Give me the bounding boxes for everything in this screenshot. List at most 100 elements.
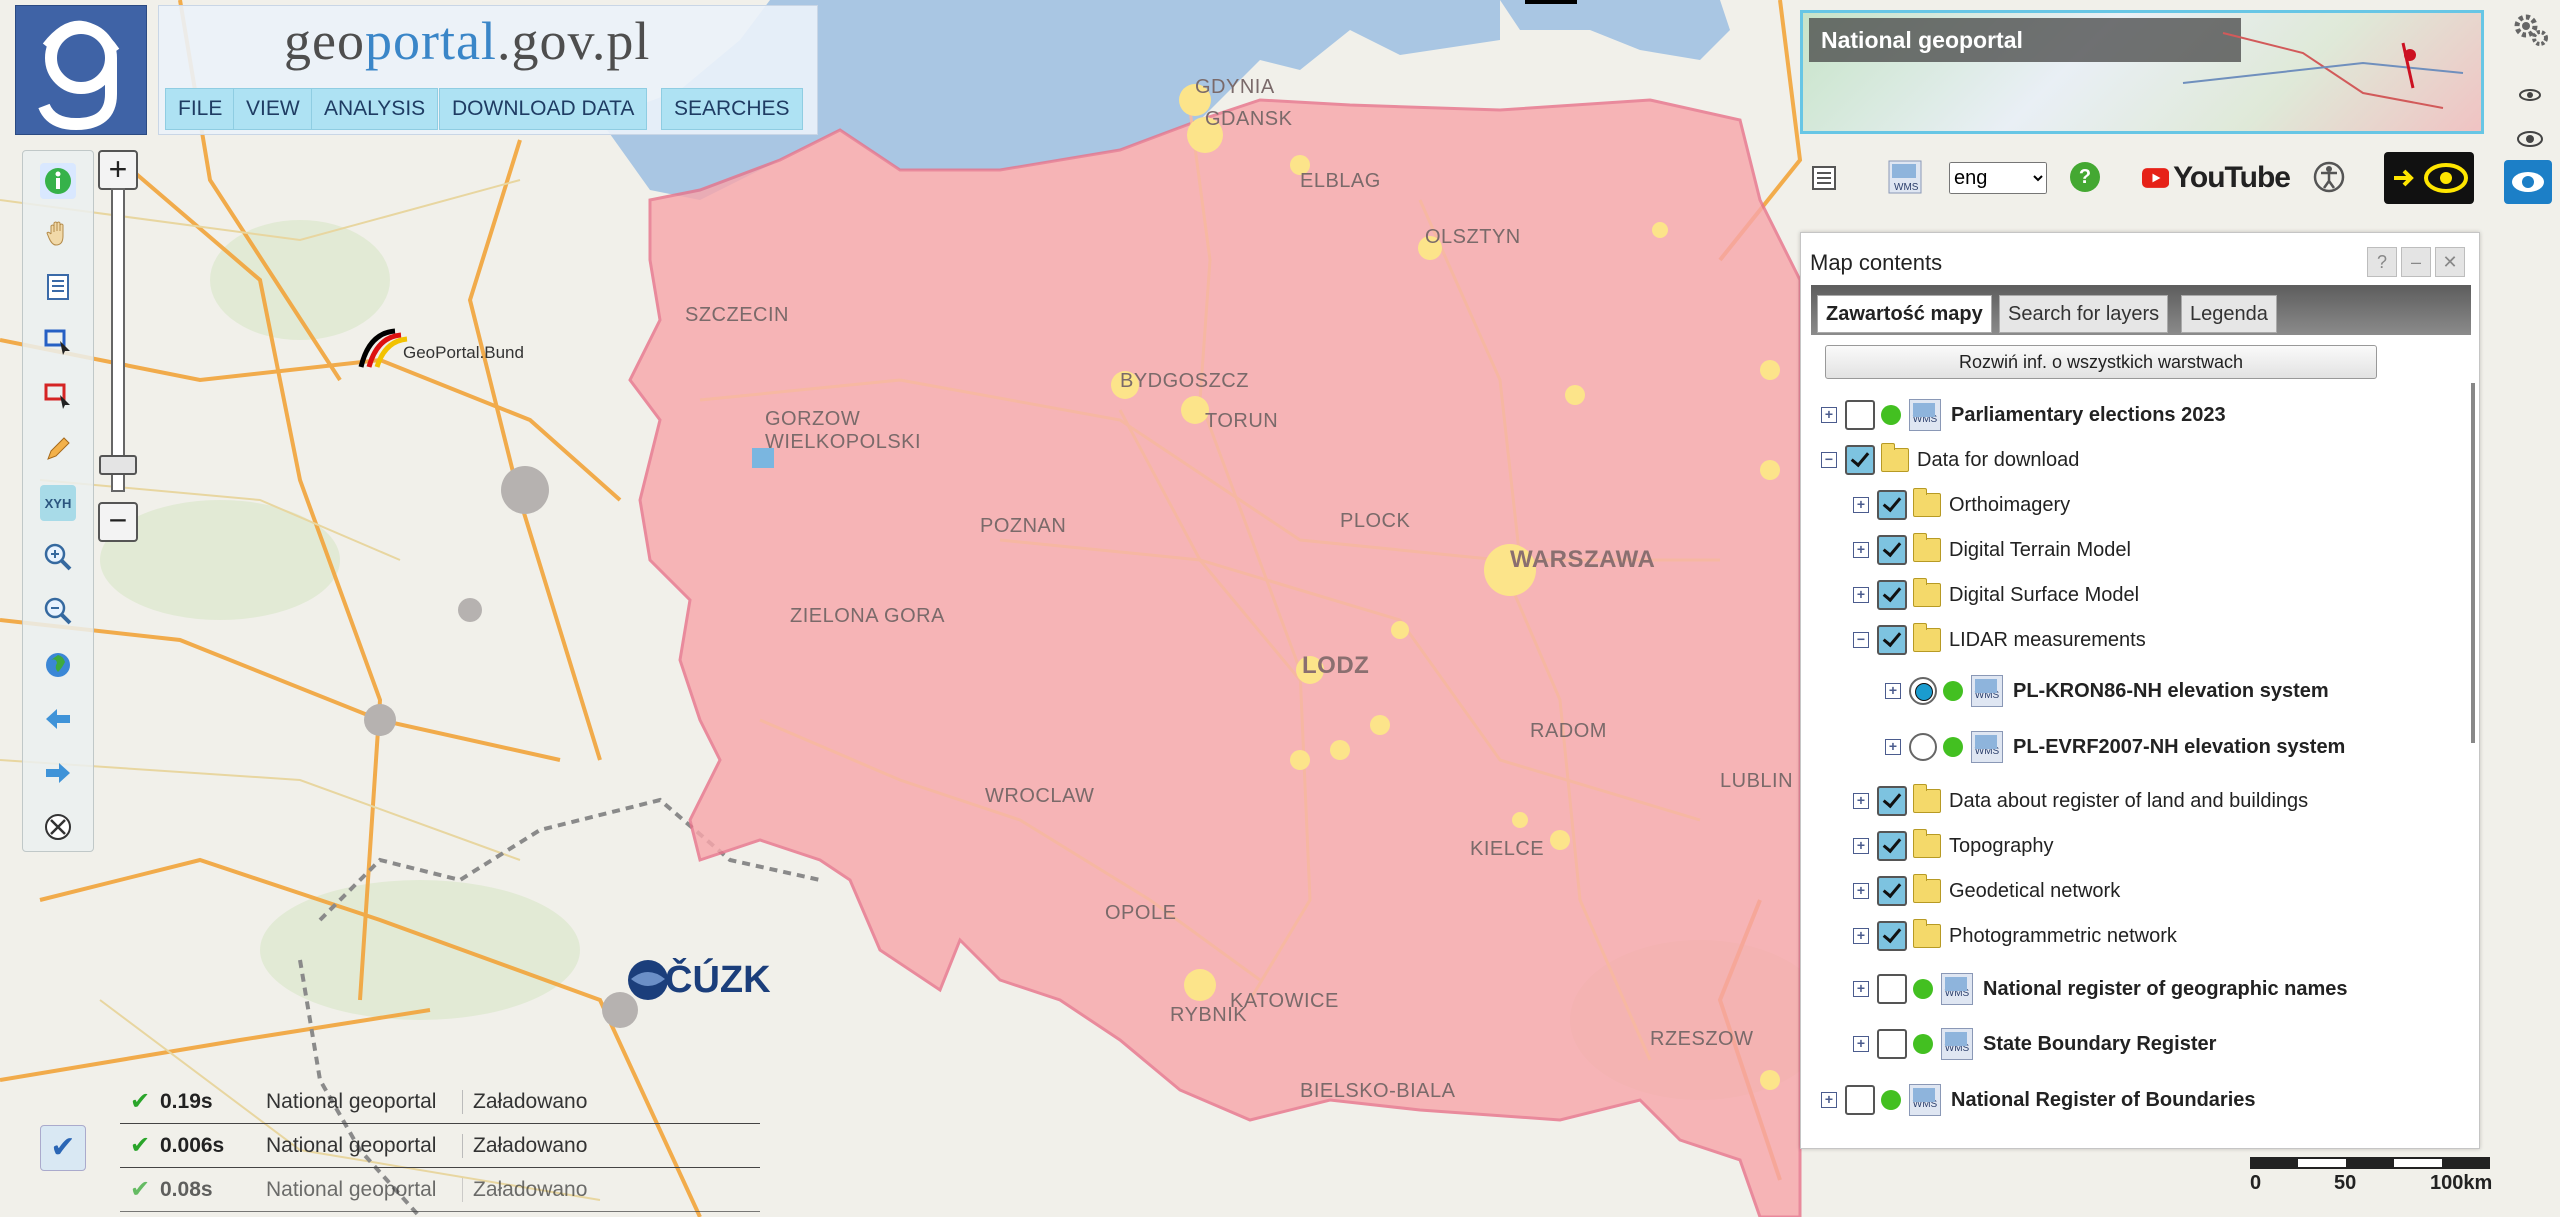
minimize-window-button[interactable]: – <box>2401 247 2431 277</box>
layer-checkbox[interactable] <box>1877 490 1907 520</box>
layer-checkbox[interactable] <box>1877 876 1907 906</box>
settings-gears-icon[interactable] <box>2510 8 2550 48</box>
layer-row[interactable]: + WMS PL-EVRF2007-NH elevation system <box>1885 727 2345 767</box>
expand-plus-icon[interactable]: + <box>1821 1092 1837 1108</box>
expand-plus-icon[interactable]: + <box>1853 981 1869 997</box>
expand-plus-icon[interactable]: + <box>1853 838 1869 854</box>
city-label-gdynia: GDYNIA <box>1195 76 1275 98</box>
eye-small-icon[interactable] <box>2518 88 2542 101</box>
layer-row[interactable]: + Digital Surface Model <box>1853 575 2139 615</box>
layer-row[interactable]: + Orthoimagery <box>1853 485 2070 525</box>
layer-status-dot-icon <box>1943 681 1963 701</box>
expand-plus-icon[interactable]: + <box>1853 1036 1869 1052</box>
cuzk-logo[interactable]: ČÚZK <box>625 955 771 1007</box>
pan-hand-icon[interactable] <box>40 215 76 251</box>
layer-checkbox[interactable] <box>1877 974 1907 1004</box>
layer-row[interactable]: + Digital Terrain Model <box>1853 530 2131 570</box>
expand-plus-icon[interactable]: + <box>1853 883 1869 899</box>
layer-checkbox[interactable] <box>1877 535 1907 565</box>
eye-medium-icon[interactable] <box>2516 130 2544 148</box>
zoom-out-magnifier-icon[interactable] <box>40 593 76 629</box>
info-icon[interactable] <box>40 163 76 199</box>
expand-plus-icon[interactable]: + <box>1853 928 1869 944</box>
menu-searches[interactable]: SEARCHES <box>661 88 803 130</box>
tree-scrollbar[interactable] <box>2471 383 2475 743</box>
zoom-slider[interactable]: + − <box>98 150 138 550</box>
layer-row[interactable]: + Photogrammetric network <box>1853 916 2177 956</box>
folder-icon <box>1913 623 1941 652</box>
layer-checkbox[interactable] <box>1877 921 1907 951</box>
zoom-track[interactable] <box>111 188 125 492</box>
expand-plus-icon[interactable]: + <box>1885 739 1901 755</box>
collapse-minus-icon[interactable]: − <box>1821 452 1837 468</box>
tab-legend[interactable]: Legenda <box>2181 295 2277 333</box>
high-contrast-toggle[interactable] <box>2384 152 2474 204</box>
expand-plus-icon[interactable]: + <box>1853 542 1869 558</box>
close-window-button[interactable]: ✕ <box>2435 247 2465 277</box>
geoportal-bund-logo[interactable]: GeoPortal.Bund <box>355 325 535 375</box>
zoom-in-button[interactable]: + <box>98 150 138 190</box>
zoom-in-magnifier-icon[interactable] <box>40 539 76 575</box>
city-label-zielona-gora: ZIELONA GORA <box>790 605 945 627</box>
layer-row[interactable]: + WMS Parliamentary elections 2023 <box>1821 395 2226 435</box>
layer-radio[interactable] <box>1909 677 1937 705</box>
help-window-button[interactable]: ? <box>2367 247 2397 277</box>
layer-checkbox[interactable] <box>1845 1085 1875 1115</box>
layer-row[interactable]: + WMS National Register of Boundaries <box>1821 1080 2256 1120</box>
layer-checkbox[interactable] <box>1877 625 1907 655</box>
site-title[interactable]: geoportal.gov.pl <box>284 10 650 72</box>
select-red-rectangle-icon[interactable] <box>40 377 76 413</box>
layer-checkbox[interactable] <box>1877 786 1907 816</box>
select-rectangle-icon[interactable] <box>40 323 76 359</box>
layer-row[interactable]: + WMS PL-KRON86-NH elevation system <box>1885 671 2329 711</box>
xyh-coordinates-icon[interactable]: XYH <box>40 485 76 521</box>
tab-search-layers[interactable]: Search for layers <box>1999 295 2169 333</box>
layers-list-icon[interactable] <box>40 269 76 305</box>
accessibility-icon[interactable] <box>2312 160 2346 194</box>
geoportal-logo[interactable] <box>15 5 147 135</box>
tab-map-contents[interactable]: Zawartość mapy <box>1817 295 1992 333</box>
clear-cross-circle-icon[interactable] <box>40 809 76 845</box>
layer-row[interactable]: + Data about register of land and buildin… <box>1853 781 2308 821</box>
expand-plus-icon[interactable]: + <box>1885 683 1901 699</box>
layer-checkbox[interactable] <box>1877 580 1907 610</box>
zoom-out-button[interactable]: − <box>98 502 138 542</box>
zoom-handle[interactable] <box>99 455 137 475</box>
status-state: Załadowano <box>473 1089 588 1113</box>
layer-row[interactable]: − Data for download <box>1821 440 2079 480</box>
expand-plus-icon[interactable]: + <box>1853 587 1869 603</box>
layer-row[interactable]: − LIDAR measurements <box>1853 620 2146 660</box>
layer-row[interactable]: + WMS National register of geographic name… <box>1853 969 2348 1009</box>
side-mini-toolbar <box>2496 0 2560 220</box>
expand-plus-icon[interactable]: + <box>1853 793 1869 809</box>
status-check-icon[interactable]: ✔ <box>40 1125 86 1171</box>
layer-row[interactable]: + Geodetical network <box>1853 871 2120 911</box>
help-icon[interactable]: ? <box>2070 162 2100 192</box>
menu-view[interactable]: VIEW <box>233 88 313 130</box>
eye-visible-toggle[interactable] <box>2504 160 2552 204</box>
collapse-minus-icon[interactable]: − <box>1853 632 1869 648</box>
layer-radio[interactable] <box>1909 733 1937 761</box>
expand-plus-icon[interactable]: + <box>1853 497 1869 513</box>
arrow-forward-icon[interactable] <box>40 755 76 791</box>
layer-checkbox[interactable] <box>1845 445 1875 475</box>
globe-full-extent-icon[interactable] <box>40 647 76 683</box>
layer-checkbox[interactable] <box>1877 831 1907 861</box>
arrow-back-icon[interactable] <box>40 701 76 737</box>
language-select[interactable]: eng <box>1949 162 2047 194</box>
expand-plus-icon[interactable]: + <box>1821 407 1837 423</box>
layer-label: National Register of Boundaries <box>1951 1088 2256 1111</box>
pencil-draw-icon[interactable] <box>40 431 76 467</box>
layer-checkbox[interactable] <box>1845 400 1875 430</box>
layer-row[interactable]: + Topography <box>1853 826 2054 866</box>
overview-map[interactable]: National geoportal <box>1800 10 2484 134</box>
youtube-link[interactable]: YouTube <box>2142 160 2291 196</box>
menu-download-data[interactable]: DOWNLOAD DATA <box>439 88 648 130</box>
menu-analysis[interactable]: ANALYSIS <box>311 88 439 130</box>
layer-row[interactable]: + WMS State Boundary Register <box>1853 1024 2216 1064</box>
expand-all-layers-button[interactable]: Rozwiń inf. o wszystkich warstwach <box>1825 345 2377 379</box>
layer-checkbox[interactable] <box>1877 1029 1907 1059</box>
menu-file[interactable]: FILE <box>165 88 236 130</box>
legend-list-icon[interactable] <box>1810 164 1838 192</box>
wms-service-icon[interactable]: WMS <box>1888 160 1922 194</box>
